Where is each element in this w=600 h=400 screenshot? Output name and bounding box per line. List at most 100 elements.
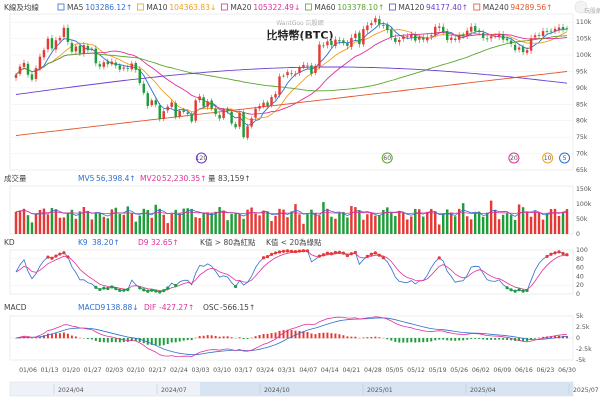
- ma-legend-label: MA60: [314, 3, 335, 12]
- macd9-value: 138.88↓: [106, 303, 139, 312]
- candle-body: [374, 18, 377, 23]
- macd-osc-bar: [94, 338, 97, 341]
- macd-osc-bar: [106, 338, 109, 343]
- candle-body: [485, 38, 489, 40]
- volume-bar: [278, 208, 281, 234]
- ma-legend-value: 103286.12↑: [85, 3, 132, 12]
- price-tick-label: 85k: [576, 101, 588, 108]
- macd-osc-bar: [350, 336, 353, 339]
- volume-bar: [537, 212, 541, 234]
- candle-body: [422, 37, 425, 40]
- volume-bar: [346, 217, 349, 234]
- candle-body: [394, 37, 397, 42]
- candle-body: [42, 50, 46, 58]
- kd-red-dot: [54, 254, 58, 258]
- macd-axis: 5k 2.5k 0 -2.5k -5k: [10, 313, 592, 364]
- volume-bar: [529, 216, 533, 234]
- volume-bar: [58, 217, 62, 234]
- candle-body: [306, 65, 309, 67]
- volume-bar: [374, 215, 377, 234]
- volume-bar: [358, 210, 361, 234]
- macd-osc-bar: [274, 332, 277, 339]
- volume-bar: [481, 216, 485, 234]
- kd-green-dot: [122, 288, 126, 292]
- macd-osc-bar: [266, 333, 269, 339]
- volume-legend: 成交量 MV5 56,398.4↑ MV20 52,230.35↑ 量 83,1…: [4, 173, 251, 183]
- osc-value: -566.15↑: [220, 303, 255, 312]
- volume-bars: [14, 200, 569, 234]
- macd-osc-bar: [478, 338, 481, 339]
- kd-red-dot: [349, 252, 353, 256]
- kd-lines: [15, 249, 569, 294]
- candle-body: [441, 26, 445, 33]
- macd-osc-bar: [394, 338, 397, 342]
- volume-bar: [114, 207, 118, 234]
- ma-legend-value: 104363.83↓: [169, 3, 216, 12]
- kd-green-dot: [102, 286, 106, 290]
- volume-bar: [242, 218, 245, 234]
- macd-osc-bar: [526, 338, 529, 342]
- macd-osc-bar: [338, 334, 341, 339]
- macd-osc-bar: [482, 338, 485, 340]
- chart-title: 比特幣(BTC): [266, 28, 333, 42]
- dif-value: -427.27↑: [159, 303, 194, 312]
- candle-body: [150, 100, 153, 106]
- macd-osc-bar: [310, 333, 313, 339]
- macd-osc-bar: [534, 338, 537, 339]
- macd-osc-bar: [330, 333, 333, 339]
- kd-green-dot: [106, 286, 110, 291]
- kd-green-dot: [94, 285, 98, 289]
- ma-legend-swatch: [136, 3, 144, 11]
- candle-body: [314, 65, 317, 73]
- price-tick-label: 65k: [576, 167, 588, 174]
- macd-osc-bar: [446, 338, 449, 341]
- macd-osc-bar: [186, 338, 189, 341]
- candle-body: [22, 62, 26, 67]
- macd-osc-bar: [154, 338, 157, 345]
- volume-bar: [438, 224, 441, 234]
- candle-body: [465, 30, 469, 37]
- candle-body: [473, 26, 477, 32]
- candle-body: [370, 23, 373, 25]
- timeline-label: 2025/07: [573, 387, 599, 394]
- volume-bar: [294, 204, 297, 234]
- kd-panel-label: KD: [4, 238, 15, 247]
- ma-legend-label: MA5: [67, 3, 84, 12]
- price-tick-label: 80k: [576, 118, 588, 125]
- kd-red-dot: [289, 249, 294, 253]
- volume-bar: [258, 215, 261, 234]
- mv20-label: MV20: [140, 174, 161, 183]
- candle-body: [122, 67, 126, 69]
- candle-body: [477, 30, 481, 33]
- volume-bar: [441, 214, 445, 234]
- volume-tick-label: 100k: [576, 201, 592, 208]
- macd-osc-bar: [166, 338, 169, 344]
- kd-red-dot: [301, 249, 306, 253]
- candle-body: [469, 26, 473, 32]
- volume-bar: [154, 204, 157, 234]
- candle-body: [162, 111, 165, 120]
- kd-red-dot: [305, 249, 310, 253]
- volume-bar: [497, 219, 501, 234]
- price-tick-label: 70k: [576, 151, 588, 158]
- candle-body: [449, 37, 453, 40]
- macd-osc-bar: [194, 337, 197, 339]
- kd-green-dot: [114, 287, 118, 291]
- kd-green-dot: [166, 286, 170, 290]
- candle-body: [206, 101, 209, 107]
- volume-bar: [14, 211, 18, 234]
- macd-osc-bar: [366, 337, 369, 339]
- macd-osc-bar: [66, 333, 69, 339]
- candle-body: [338, 40, 341, 42]
- candle-body: [529, 38, 533, 51]
- candle-body: [194, 100, 197, 121]
- kd-green-dot: [154, 289, 158, 293]
- candle-body: [282, 75, 285, 77]
- x-tick-label: 01/20: [62, 367, 80, 374]
- macd-osc-bar: [198, 336, 201, 339]
- candle-body: [254, 108, 257, 118]
- candle-body: [322, 45, 325, 47]
- candle-body: [509, 40, 513, 44]
- kd-green-dot: [513, 289, 517, 293]
- candle-body: [234, 123, 237, 128]
